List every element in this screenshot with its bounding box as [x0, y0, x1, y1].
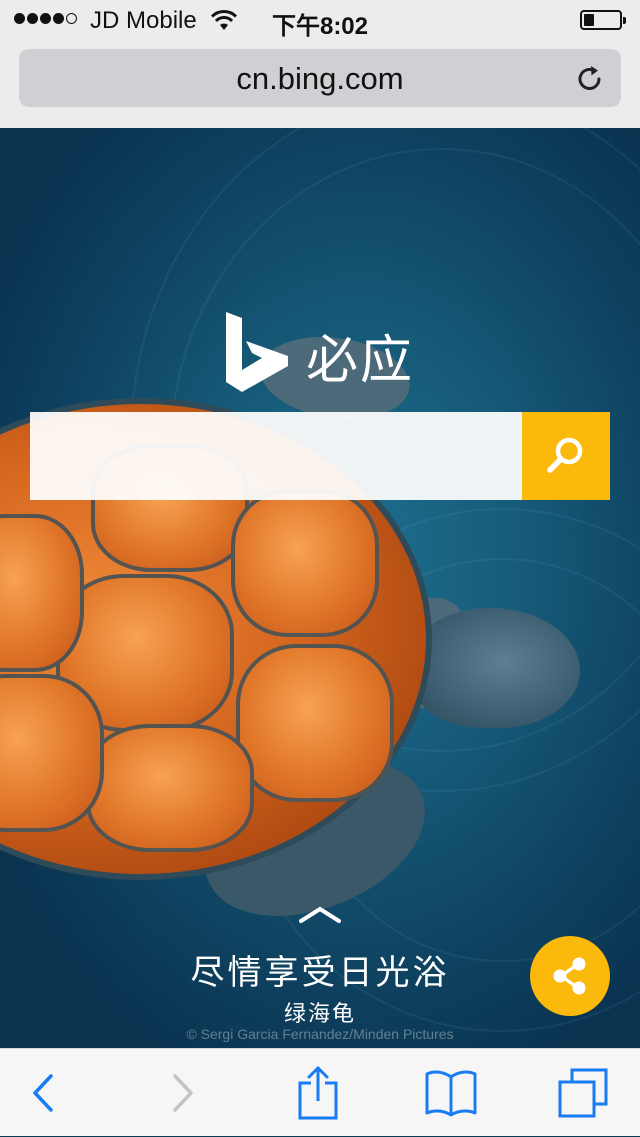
back-icon	[33, 1074, 53, 1112]
clock: 下午8:02	[271, 13, 369, 40]
address-bar: cn.bing.com	[0, 40, 640, 128]
tabs-icon	[558, 1068, 608, 1118]
tabs-button[interactable]	[543, 1049, 623, 1137]
share-button[interactable]	[530, 936, 610, 1016]
bookmarks-icon	[425, 1070, 477, 1117]
photo-credit: © Sergi Garcia Fernandez/Minden Pictures	[186, 1026, 454, 1042]
search-input[interactable]	[30, 412, 522, 500]
background-photo: 必应 尽情享受日光浴 绿海龟 © Sergi Garcia Fernandez/…	[0, 128, 640, 1048]
search-button[interactable]	[522, 412, 610, 500]
url-text[interactable]: cn.bing.com	[19, 61, 621, 97]
bookmarks-button[interactable]	[411, 1049, 491, 1137]
chevron-up-icon[interactable]	[298, 906, 342, 924]
status-bar: JD Mobile 下午8:02	[0, 0, 640, 40]
browser-toolbar	[0, 1048, 640, 1136]
share-icon	[553, 957, 586, 995]
battery-icon	[580, 10, 626, 30]
forward-button[interactable]	[143, 1049, 223, 1137]
back-button[interactable]	[3, 1049, 83, 1137]
reload-icon[interactable]	[575, 64, 605, 94]
turtle-head	[410, 608, 580, 728]
brand-name: 必应	[306, 332, 415, 390]
url-field[interactable]: cn.bing.com	[19, 49, 621, 107]
search-icon	[547, 437, 583, 473]
share-page-button[interactable]	[278, 1049, 358, 1137]
bing-logo-icon	[226, 312, 288, 392]
share-up-icon	[298, 1065, 338, 1120]
forward-icon	[173, 1074, 193, 1112]
